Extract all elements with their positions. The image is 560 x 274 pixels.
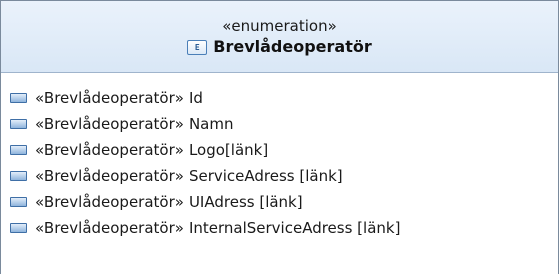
literal-item[interactable]: «Brevlådeoperatör» Namn — [10, 111, 558, 137]
literal-item[interactable]: «Brevlådeoperatör» Logo[länk] — [10, 137, 558, 163]
literal-item[interactable]: «Brevlådeoperatör» UIAdress [länk] — [10, 189, 558, 215]
enumeration-header: «enumeration» E Brevlådeoperatör — [1, 1, 558, 73]
literal-icon — [10, 197, 27, 207]
literal-stereotype: «Brevlådeoperatör» — [35, 167, 184, 185]
enumeration-name: Brevlådeoperatör — [213, 37, 372, 56]
literal-name: Logo[länk] — [188, 141, 269, 159]
literal-item[interactable]: «Brevlådeoperatör» Id — [10, 85, 558, 111]
enumeration-icon: E — [187, 39, 208, 55]
literal-stereotype: «Brevlådeoperatör» — [35, 141, 184, 159]
literal-name: ServiceAdress [länk] — [188, 167, 343, 185]
literal-icon — [10, 93, 27, 103]
enumeration-title: E Brevlådeoperatör — [187, 37, 372, 57]
literal-stereotype: «Brevlådeoperatör» — [35, 219, 184, 237]
literal-list: «Brevlådeoperatör» Id «Brevlådeoperatör»… — [1, 73, 558, 241]
literal-stereotype: «Brevlådeoperatör» — [35, 193, 184, 211]
literal-item[interactable]: «Brevlådeoperatör» InternalServiceAdress… — [10, 215, 558, 241]
literal-icon — [10, 171, 27, 181]
literal-icon — [10, 145, 27, 155]
literal-stereotype: «Brevlådeoperatör» — [35, 89, 184, 107]
stereotype-label: «enumeration» — [222, 17, 337, 35]
literal-name: Namn — [188, 115, 234, 133]
literal-name: Id — [188, 89, 203, 107]
enumeration-box[interactable]: «enumeration» E Brevlådeoperatör «Brevlå… — [0, 0, 559, 274]
literal-icon — [10, 119, 27, 129]
literal-name: UIAdress [länk] — [188, 193, 303, 211]
literal-stereotype: «Brevlådeoperatör» — [35, 115, 184, 133]
literal-item[interactable]: «Brevlådeoperatör» ServiceAdress [länk] — [10, 163, 558, 189]
literal-name: InternalServiceAdress [länk] — [188, 219, 401, 237]
literal-icon — [10, 223, 27, 233]
